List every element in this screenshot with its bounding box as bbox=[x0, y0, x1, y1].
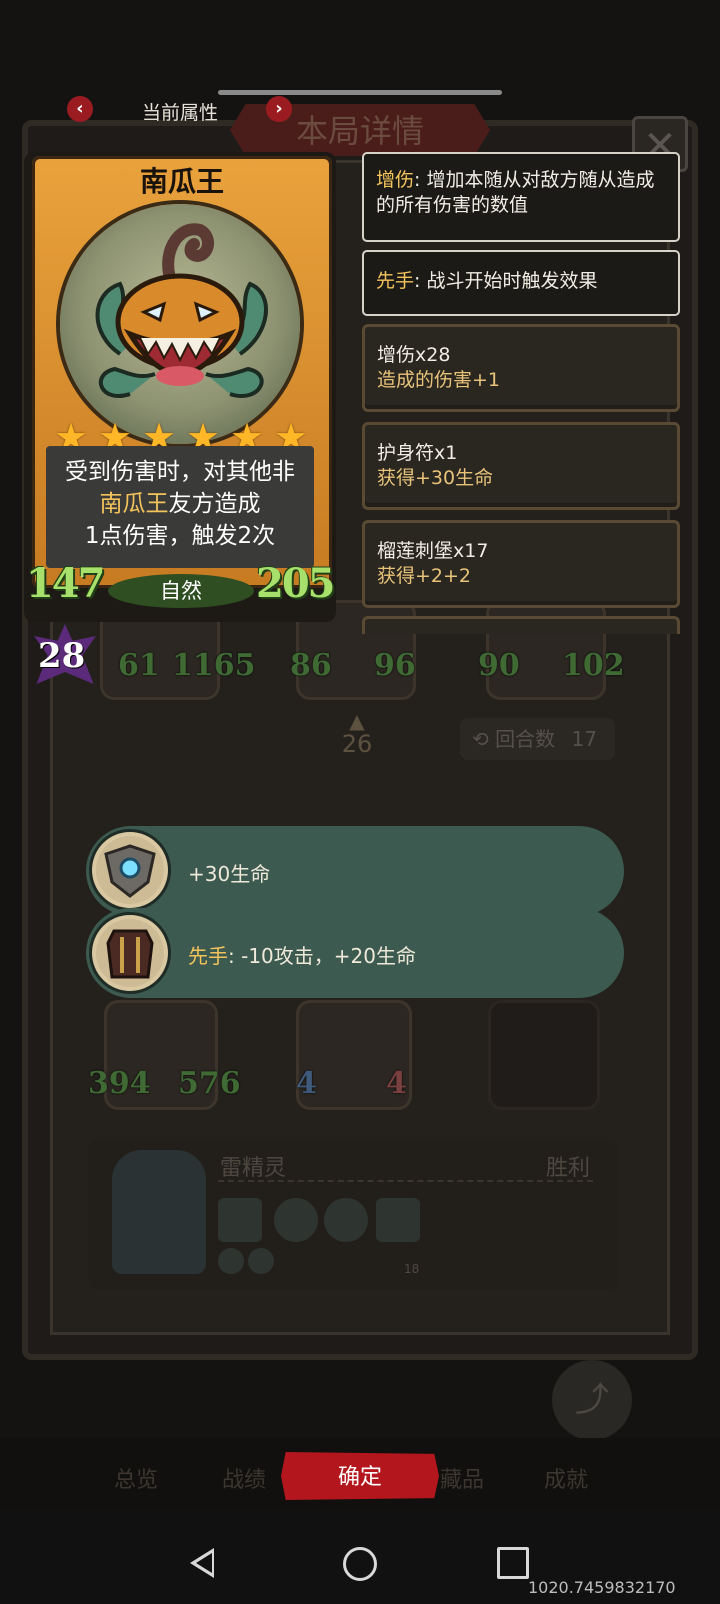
buff-item: 护身符x1 获得+30生命 bbox=[362, 422, 680, 510]
ability-highlight: 南瓜王 bbox=[99, 491, 169, 517]
player-mini-icon bbox=[218, 1248, 244, 1274]
coordinate-readout: 1020.7459832170 bbox=[528, 1578, 676, 1597]
house-icon bbox=[376, 1198, 420, 1242]
current-attributes-label: 当前属性 bbox=[142, 102, 219, 124]
ability-line-2: 南瓜王友方造成 bbox=[46, 488, 314, 520]
bg-stat: 96 bbox=[374, 648, 416, 683]
tab-collection[interactable]: 藏品 bbox=[440, 1462, 484, 1494]
effect-detail: : -10攻击，+20生命 bbox=[228, 944, 416, 968]
level-value: 28 bbox=[38, 636, 86, 676]
buff-effect: 造成的伤害+1 bbox=[377, 369, 501, 391]
refresh-icon: ⟲ bbox=[472, 727, 496, 751]
armor-icon bbox=[92, 915, 168, 991]
round-value: 17 bbox=[571, 727, 597, 751]
buff-effect: 获得+2+2 bbox=[377, 565, 472, 587]
effect-banner: 先手: -10攻击，+20生命 bbox=[86, 908, 624, 998]
buff-item-partial bbox=[362, 616, 680, 634]
player-avatar bbox=[112, 1150, 206, 1274]
item-count: 18 bbox=[404, 1262, 420, 1276]
bg-stat: 4 bbox=[386, 1066, 407, 1101]
effect-text: 先手: -10攻击，+20生命 bbox=[188, 940, 416, 969]
attack-value: 147 bbox=[26, 560, 105, 607]
tab-overview[interactable]: 总览 bbox=[114, 1462, 158, 1494]
keyword-name: 先手 bbox=[376, 270, 415, 292]
player-result: 胜利 bbox=[546, 1156, 591, 1181]
unit-name: 南瓜王 bbox=[139, 165, 224, 198]
pumpkin-monster-icon bbox=[95, 223, 268, 398]
health-value: 205 bbox=[256, 560, 335, 607]
back-icon-inner bbox=[196, 1553, 212, 1573]
bg-stat: 576 bbox=[178, 1066, 241, 1101]
ability-line-3: 1点伤害，触发2次 bbox=[84, 523, 276, 549]
player-item-icon bbox=[274, 1198, 318, 1242]
confirm-button[interactable]: 确定 bbox=[281, 1452, 439, 1500]
ability-description: 受到伤害时，对其他非 南瓜王友方造成 1点伤害，触发2次 bbox=[46, 456, 314, 552]
buff-name: 榴莲刺堡x17 bbox=[377, 540, 489, 562]
player-name: 雷精灵 bbox=[220, 1156, 287, 1181]
tab-achievement[interactable]: 成就 bbox=[544, 1462, 588, 1494]
effect-banner: +30生命 bbox=[86, 826, 624, 916]
player-item-icon bbox=[324, 1198, 368, 1242]
round-label: 回合数 bbox=[495, 727, 556, 751]
keyword-tooltip: 增伤: 增加本随从对敌方随从造成的所有伤害的数值 bbox=[362, 152, 680, 242]
buff-item: 增伤x28 造成的伤害+1 bbox=[362, 324, 680, 412]
bg-stat: 1165 bbox=[172, 648, 256, 683]
buff-item: 榴莲刺堡x17 获得+2+2 bbox=[362, 520, 680, 608]
divider bbox=[218, 1180, 593, 1182]
effect-keyword: 先手 bbox=[188, 944, 228, 968]
bg-empty-slot bbox=[488, 1000, 600, 1110]
recent-apps-icon[interactable] bbox=[497, 1547, 529, 1579]
keyword-desc: : 增加本随从对敌方随从造成的所有伤害的数值 bbox=[376, 169, 655, 216]
bg-stat: 86 bbox=[290, 648, 332, 683]
tab-record[interactable]: 战绩 bbox=[222, 1462, 266, 1494]
round-counter: ⟲ 回合数 17 bbox=[460, 718, 615, 760]
up-arrow-badge: ▲ 26 bbox=[324, 709, 390, 768]
buff-effect: 获得+30生命 bbox=[377, 467, 494, 489]
buff-name: 护身符x1 bbox=[377, 442, 458, 464]
player-item-icon bbox=[218, 1198, 262, 1242]
share-button[interactable]: ⤴ bbox=[552, 1360, 632, 1440]
ability-line-2-rest: 友方造成 bbox=[168, 491, 261, 517]
keyword-name: 增伤 bbox=[376, 169, 415, 191]
player-mini-icon bbox=[248, 1248, 274, 1274]
shield-crest-icon bbox=[92, 832, 168, 908]
bg-stat: 61 bbox=[118, 648, 160, 683]
tribe-badge: 自然 bbox=[108, 574, 254, 608]
ability-line-1: 受到伤害时，对其他非 bbox=[65, 459, 295, 485]
bg-stat: 102 bbox=[562, 648, 625, 683]
chevron-left-icon[interactable]: ‹ bbox=[67, 96, 93, 122]
share-icon: ⤴ bbox=[575, 1380, 609, 1420]
keyword-desc: : 战斗开始时触发效果 bbox=[414, 270, 598, 292]
effect-text: +30生命 bbox=[188, 862, 271, 886]
keyword-tooltip: 先手: 战斗开始时触发效果 bbox=[362, 250, 680, 316]
center-badge-value: 26 bbox=[341, 730, 373, 758]
pumpkin-king-portrait bbox=[60, 204, 300, 444]
home-icon[interactable] bbox=[343, 1547, 377, 1581]
drag-handle[interactable] bbox=[218, 90, 502, 95]
up-arrow-icon: ▲ bbox=[349, 709, 365, 733]
bg-stat: 4 bbox=[296, 1066, 317, 1101]
bg-stat: 394 bbox=[88, 1066, 151, 1101]
chevron-right-icon[interactable]: › bbox=[266, 96, 292, 122]
buff-name: 增伤x28 bbox=[377, 344, 451, 366]
bg-stat: 90 bbox=[478, 648, 520, 683]
